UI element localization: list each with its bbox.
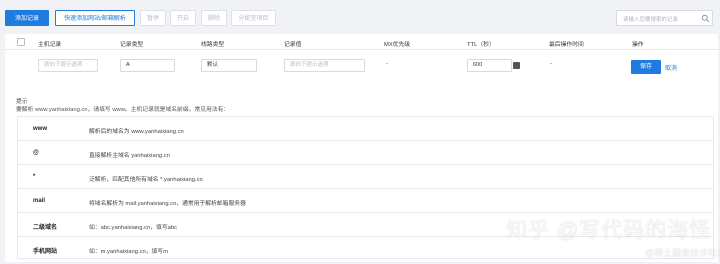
tip-row: * 泛解析，匹配其他所有域名 *.yanhaixiang.cn [18, 165, 713, 189]
watermark-sub: @稀土掘金技术社区 [645, 248, 720, 258]
search-input[interactable]: 请输入您要搜索的记录 [616, 10, 713, 26]
search-placeholder: 请输入您要搜索的记录 [623, 17, 679, 23]
tip-body: 要解析 www.yanhaixiang.cn，请填写 www。主机记录就是域名前… [16, 107, 230, 113]
table-header: 主机记录 记录类型 线路类型 记录值 MX优先级 TTL（秒） 最后操作时间 操… [5, 34, 718, 50]
last-modified-value: - [550, 61, 552, 67]
col-actions: 操作 [632, 42, 644, 48]
quick-add-button[interactable]: 快速添加网站/邮箱解析 [55, 10, 135, 26]
col-record-type: 记录类型 [120, 42, 144, 48]
tip-desc: 泛解析，匹配其他所有域名 *.yanhaixiang.cn [89, 177, 203, 183]
pause-button[interactable]: 暂停 [140, 10, 166, 26]
assign-group-button[interactable]: 分配至项目 [231, 10, 276, 26]
tip-key: www [33, 126, 48, 132]
tip-key: 手机网站 [33, 249, 58, 255]
tip-desc: 如：m.yanhaixiang.cn，填写m [89, 249, 168, 255]
record-type-select[interactable]: A [120, 59, 175, 72]
cancel-link[interactable]: 取消 [665, 63, 677, 72]
tip-key: * [33, 174, 36, 180]
mx-priority-value: - [386, 61, 388, 67]
tip-desc: 如：abc.yanhaixiang.cn，填写abc [89, 225, 177, 231]
tip-row: mail 将域名解析为 mail.yanhaixiang.cn，通常用于解析邮箱… [18, 189, 713, 213]
select-all-checkbox[interactable] [17, 38, 25, 46]
tip-desc: 解析后的域名为 www.yanhaixiang.cn [89, 129, 184, 135]
search-icon[interactable] [701, 14, 710, 23]
tip-row: @ 直接解析主域名 yanhaixiang.cn [18, 141, 713, 165]
tip-key: mail [33, 198, 46, 204]
col-mx-priority: MX优先级 [384, 42, 411, 48]
tip-row: www 解析后的域名为 www.yanhaixiang.cn [18, 117, 713, 141]
toolbar: 添加记录 快速添加网站/邮箱解析 暂停 开启 删除 分配至项目 请输入您要搜索的… [0, 0, 720, 34]
col-record-value: 记录值 [284, 42, 302, 48]
tip-key: @ [33, 150, 39, 156]
tip-key: 二级域名 [33, 225, 58, 231]
watermark-main: 知乎 @写代码的海怪 [506, 219, 712, 242]
save-button[interactable]: 保存 [631, 60, 661, 74]
stepper-icon[interactable] [513, 62, 520, 69]
tip-desc: 将域名解析为 mail.yanhaixiang.cn，通常用于解析邮箱服务器 [89, 201, 246, 207]
enable-button[interactable]: 开启 [170, 10, 196, 26]
ttl-input[interactable]: 600 [467, 59, 512, 72]
line-type-select[interactable]: 默认 [201, 59, 257, 72]
col-host: 主机记录 [38, 42, 62, 48]
host-input[interactable]: 按向下提示选项 [38, 59, 98, 72]
record-value-input[interactable]: 按向下提示选项 [284, 59, 365, 72]
col-last-modified: 最后操作时间 [549, 42, 584, 48]
edit-record-row: 按向下提示选项 A 默认 按向下提示选项 - 600 - 保存 取消 [5, 50, 718, 86]
delete-button[interactable]: 删除 [201, 10, 227, 26]
col-line-type: 线路类型 [201, 42, 225, 48]
add-record-button[interactable]: 添加记录 [5, 10, 49, 26]
col-ttl: TTL（秒） [467, 42, 495, 48]
tip-desc: 直接解析主域名 yanhaixiang.cn [89, 153, 170, 159]
